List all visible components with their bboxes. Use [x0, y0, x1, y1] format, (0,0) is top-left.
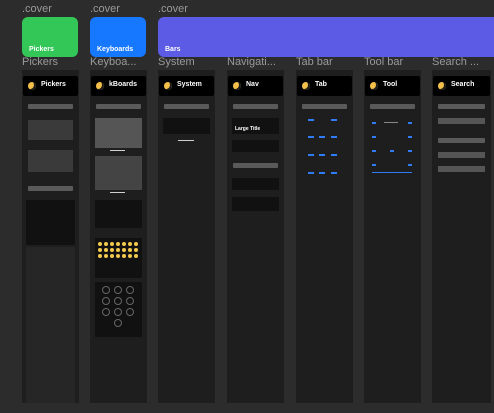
cover-label: .cover	[158, 3, 188, 15]
search-button[interactable]	[438, 138, 485, 143]
frame-keyboards[interactable]: kBoards	[90, 70, 147, 403]
status-bar-sample	[163, 118, 210, 134]
frame-system[interactable]: System	[158, 70, 215, 403]
search-button[interactable]	[438, 104, 485, 109]
cover-card-bars[interactable]: Bars	[158, 17, 494, 57]
date-picker-wheel[interactable]	[28, 120, 73, 140]
picker-button[interactable]	[28, 104, 73, 109]
cover-card-pickers[interactable]: Pickers	[22, 17, 78, 57]
time-picker-wheel[interactable]	[28, 150, 73, 172]
large-title-navbar: Large Title	[232, 118, 279, 134]
moon-icon	[233, 82, 241, 90]
frame-title: Tool	[383, 81, 398, 88]
home-indicator	[178, 140, 194, 141]
moon-icon	[96, 82, 104, 90]
frame-title: kBoards	[109, 81, 138, 88]
frame-tool-bar[interactable]: Tool	[364, 70, 421, 403]
frame-title: Search	[451, 81, 475, 88]
tab-bar-button[interactable]	[302, 104, 347, 109]
search-field-dark[interactable]	[438, 152, 485, 158]
compact-navbar	[232, 140, 279, 152]
moon-icon	[302, 82, 310, 90]
navbar-with-segment	[232, 197, 279, 211]
picker-button[interactable]	[28, 186, 73, 191]
qwerty-keyboard-light[interactable]	[95, 118, 142, 148]
frame-label-tab-bar: Tab bar	[296, 56, 333, 68]
frame-label-search: Search ...	[432, 56, 480, 68]
search-field-active[interactable]	[438, 166, 485, 172]
frame-pickers[interactable]: Pickers	[22, 70, 79, 403]
dictation-keyboard[interactable]	[95, 200, 142, 228]
moon-icon	[438, 82, 446, 90]
calendar-picker[interactable]	[26, 200, 75, 245]
qwerty-keyboard-dark[interactable]	[95, 156, 142, 190]
cover-label: .cover	[90, 3, 120, 15]
frame-navigation[interactable]: Nav Large Title	[227, 70, 284, 403]
frame-header: kBoards	[91, 76, 146, 96]
frame-header: Search	[433, 76, 490, 96]
cover-label: .cover	[22, 3, 52, 15]
frame-header: Tab	[297, 76, 352, 96]
cover-title: Pickers	[29, 46, 54, 53]
nav-button[interactable]	[233, 163, 278, 168]
cover-title: Bars	[165, 46, 181, 53]
keyboard-button[interactable]	[96, 104, 141, 109]
frame-tab-bar[interactable]: Tab	[296, 70, 353, 403]
frame-label-keyboards: Keyboa...	[90, 56, 137, 68]
frame-title: System	[177, 81, 202, 88]
frame-header: Tool	[365, 76, 420, 96]
frame-header: System	[159, 76, 214, 96]
system-button[interactable]	[164, 104, 209, 109]
frame-title: Tab	[315, 81, 327, 88]
frame-search[interactable]: Search	[432, 70, 491, 403]
moon-icon	[164, 82, 172, 90]
cover-title: Keyboards	[97, 46, 134, 53]
frame-body	[26, 247, 75, 403]
frame-title: Nav	[246, 81, 259, 88]
cover-card-keyboards[interactable]: Keyboards	[90, 17, 146, 57]
frame-title: Pickers	[41, 81, 66, 88]
frame-header: Nav	[228, 76, 283, 96]
search-field[interactable]	[438, 118, 485, 124]
moon-icon	[28, 82, 36, 90]
nav-button[interactable]	[233, 104, 278, 109]
moon-icon	[370, 82, 378, 90]
frame-label-navigation: Navigati...	[227, 56, 276, 68]
frame-label-pickers: Pickers	[22, 56, 59, 68]
frame-header: Pickers	[23, 76, 78, 96]
tool-bar-button[interactable]	[370, 104, 415, 109]
home-indicator	[110, 192, 125, 193]
navbar-with-search	[232, 178, 279, 190]
frame-label-system: System	[158, 56, 195, 68]
home-indicator	[110, 150, 125, 151]
frame-label-tool-bar: Tool bar	[364, 56, 404, 68]
large-title: Large Title	[235, 126, 261, 132]
